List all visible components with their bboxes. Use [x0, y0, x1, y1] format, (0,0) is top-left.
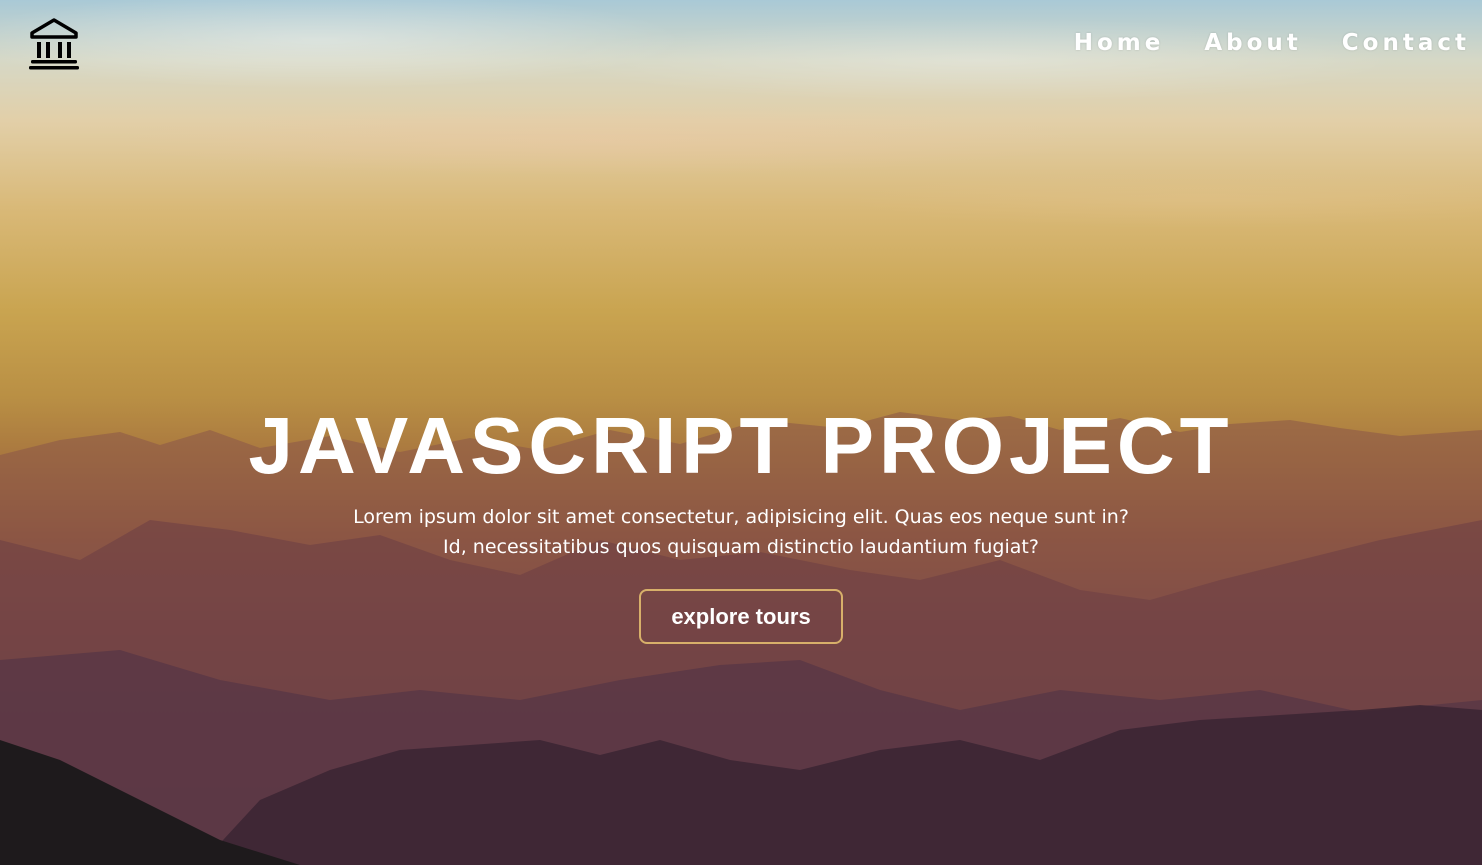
explore-tours-button[interactable]: explore tours: [639, 589, 843, 644]
hero-title: JAVASCRIPT PROJECT: [248, 401, 1234, 490]
hero-banner: JAVASCRIPT PROJECT Lorem ipsum dolor sit…: [0, 400, 1482, 644]
hero-description: Lorem ipsum dolor sit amet consectetur, …: [353, 506, 1129, 558]
bank-building-icon[interactable]: [27, 18, 81, 70]
nav-link-about[interactable]: About: [1204, 30, 1301, 56]
nav-link-contact[interactable]: Contact: [1342, 30, 1470, 56]
nav-link-home[interactable]: Home: [1074, 30, 1165, 56]
hero-section: Home About Contact JAVASCRIPT PROJECT Lo…: [0, 0, 1482, 865]
main-navigation: Home About Contact: [1074, 30, 1470, 56]
